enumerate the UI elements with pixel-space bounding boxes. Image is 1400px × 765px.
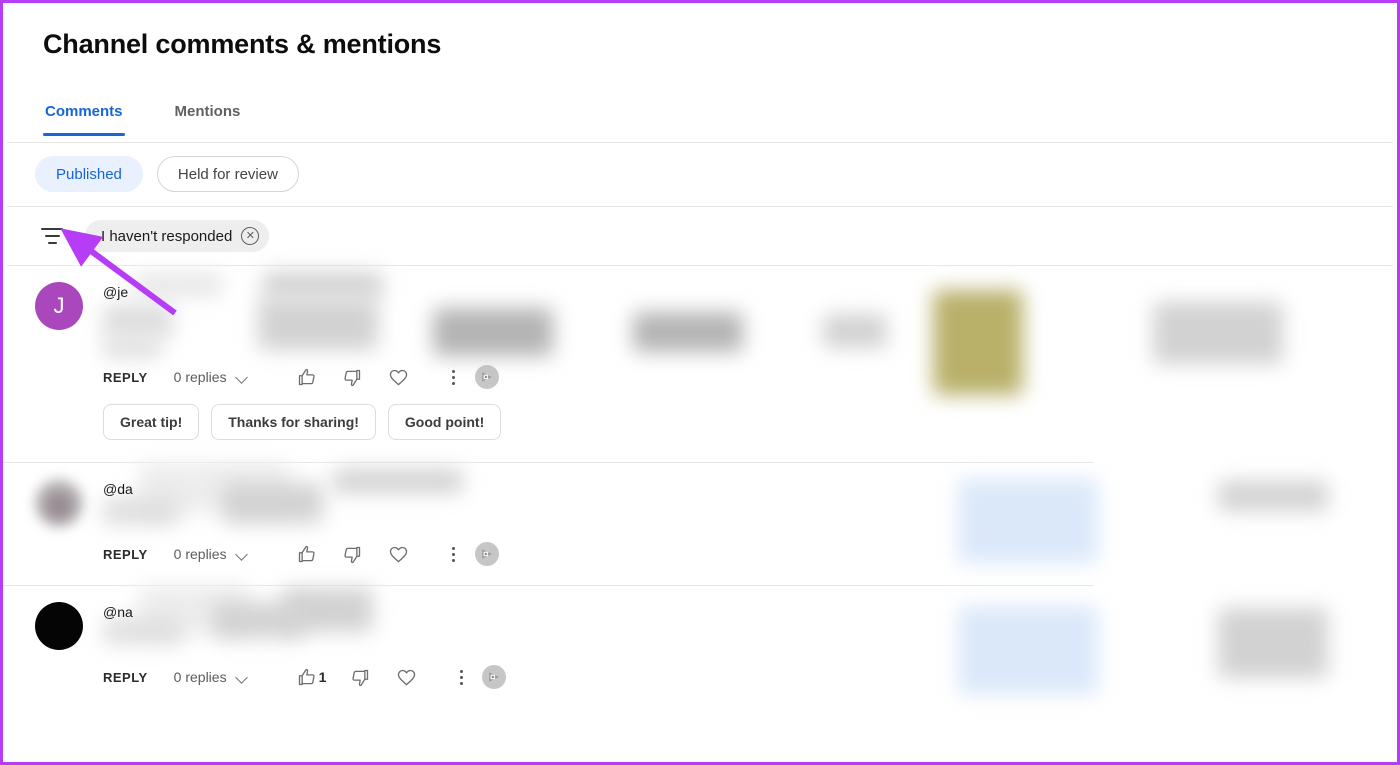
chevron-down-icon — [235, 670, 249, 684]
redacted-block — [133, 274, 223, 296]
thumbs-up-icon[interactable] — [289, 362, 325, 392]
youtube-studio-comments-page: Channel comments & mentions Comments Men… — [0, 0, 1400, 765]
comment-author-handle[interactable]: @da — [103, 481, 133, 497]
replies-count: 0 replies — [173, 669, 227, 685]
redacted-block — [103, 304, 173, 338]
channel-avatar-icon[interactable] — [474, 365, 499, 389]
redacted-block — [213, 602, 303, 638]
redacted-thumbnail — [933, 290, 1023, 395]
active-filter-label: I haven't responded — [101, 227, 233, 245]
filter-line-3 — [47, 242, 57, 244]
redacted-block — [433, 308, 553, 356]
thumbs-down-icon[interactable] — [335, 362, 371, 392]
comment-text-redacted — [103, 479, 1397, 563]
redacted-thumbnail — [958, 479, 1098, 563]
redacted-block — [223, 483, 323, 523]
quick-reply-button[interactable]: Good point! — [387, 404, 502, 440]
redacted-block — [258, 298, 378, 350]
avatar[interactable] — [35, 479, 83, 527]
replies-count: 0 replies — [173, 546, 227, 562]
redacted-block — [1218, 608, 1328, 678]
redacted-thumbnail — [958, 606, 1098, 694]
avatar[interactable]: J — [35, 282, 83, 330]
kebab-dot — [452, 381, 456, 385]
filter-lines-icon[interactable] — [35, 219, 69, 253]
table-row[interactable]: @da REPLY 0 replies — [3, 463, 1397, 586]
reply-button[interactable]: REPLY — [103, 670, 148, 685]
comment-actions: REPLY 0 replies — [103, 537, 1397, 571]
table-row[interactable]: J @je REPLY 0 replies Great tip! Thanks … — [3, 266, 1397, 463]
channel-avatar-icon[interactable] — [474, 542, 499, 566]
chevron-down-icon — [235, 547, 249, 561]
status-chip-row: Published Held for review — [35, 156, 299, 192]
comment-text-redacted — [103, 290, 1397, 395]
comment-list: J @je REPLY 0 replies Great tip! Thanks … — [3, 266, 1397, 762]
thumbs-down-icon[interactable] — [335, 539, 371, 569]
tab-comments[interactable]: Comments — [43, 95, 125, 136]
channel-avatar-icon[interactable] — [482, 665, 507, 689]
chevron-down-icon — [235, 370, 249, 384]
heart-icon[interactable] — [381, 362, 417, 392]
comment-author-handle[interactable]: @na — [103, 604, 133, 620]
redacted-block — [823, 314, 887, 348]
avatar[interactable] — [35, 602, 83, 650]
kebab-menu-icon[interactable] — [446, 662, 476, 692]
tab-mentions[interactable]: Mentions — [173, 95, 243, 136]
quick-reply-suggestions: Great tip! Thanks for sharing! Good poin… — [3, 394, 1397, 456]
avatar-initial: J — [53, 293, 65, 318]
replies-toggle[interactable]: 0 replies — [174, 546, 249, 562]
kebab-dot — [459, 681, 463, 685]
comment-actions: REPLY 0 replies 1 — [103, 660, 1397, 694]
kebab-dot — [452, 375, 456, 379]
redacted-block — [1153, 302, 1283, 364]
kebab-menu-icon[interactable] — [439, 539, 469, 569]
table-row[interactable]: @na REPLY 0 replies 1 — [3, 586, 1397, 694]
replies-toggle[interactable]: 0 replies — [174, 369, 249, 385]
comment-author-handle[interactable]: @je — [103, 284, 128, 300]
tab-bar: Comments Mentions — [43, 95, 242, 136]
active-filter-chip[interactable]: I haven't responded ✕ — [85, 220, 270, 252]
quick-reply-button[interactable]: Great tip! — [103, 404, 200, 440]
like-count: 1 — [318, 669, 327, 685]
filter-line-1 — [41, 228, 63, 230]
thumbs-down-icon[interactable] — [342, 662, 378, 692]
chip-published[interactable]: Published — [35, 156, 143, 192]
kebab-menu-icon[interactable] — [439, 362, 469, 392]
quick-reply-button[interactable]: Thanks for sharing! — [211, 404, 376, 440]
redacted-block — [333, 469, 463, 493]
thumbs-up-icon[interactable] — [289, 539, 325, 569]
kebab-dot — [452, 558, 456, 562]
page-title: Channel comments & mentions — [43, 29, 442, 59]
kebab-dot — [452, 552, 456, 556]
reply-button[interactable]: REPLY — [103, 370, 148, 385]
comment-actions: REPLY 0 replies — [103, 360, 1397, 394]
redacted-block — [633, 312, 743, 352]
filter-line-2 — [44, 235, 60, 237]
kebab-dot — [459, 675, 463, 679]
redacted-block — [103, 497, 179, 525]
kebab-dot — [452, 546, 456, 550]
replies-count: 0 replies — [173, 369, 227, 385]
filter-bar: I haven't responded ✕ — [35, 216, 270, 256]
comment-text-redacted — [103, 602, 1397, 694]
chip-held-for-review[interactable]: Held for review — [156, 156, 299, 192]
close-circle-icon[interactable]: ✕ — [241, 227, 260, 245]
replies-toggle[interactable]: 0 replies — [174, 669, 249, 685]
status-chip-divider — [7, 206, 1393, 207]
redacted-block — [103, 618, 183, 644]
kebab-dot — [452, 369, 456, 373]
redacted-block — [1218, 481, 1328, 511]
kebab-dot — [459, 669, 463, 673]
heart-icon[interactable] — [381, 539, 417, 569]
heart-icon[interactable] — [388, 662, 424, 692]
redacted-block — [103, 338, 161, 358]
tabs-divider — [7, 142, 1393, 143]
reply-button[interactable]: REPLY — [103, 547, 148, 562]
redacted-block — [263, 272, 383, 298]
